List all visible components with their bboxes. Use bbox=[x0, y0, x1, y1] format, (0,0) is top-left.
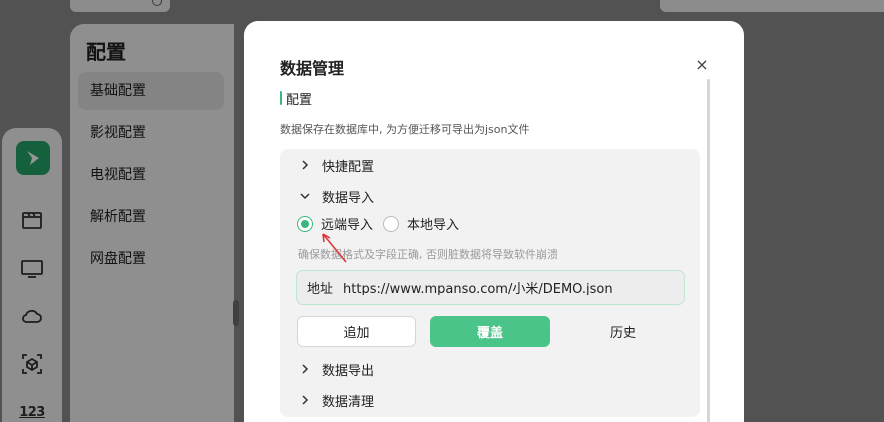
chevron-right-icon bbox=[298, 158, 312, 172]
section-label: 配置 bbox=[286, 93, 313, 108]
section-marker bbox=[280, 91, 282, 105]
history-button[interactable]: 历史 bbox=[563, 316, 683, 347]
dialog-scrollbar[interactable] bbox=[707, 79, 710, 422]
close-button[interactable]: × bbox=[692, 55, 712, 75]
url-field[interactable]: 地址 bbox=[296, 270, 685, 305]
collapse-quick-config[interactable]: 快捷配置 bbox=[298, 155, 374, 175]
dialog-title: 数据管理 bbox=[280, 59, 345, 78]
radio-remote-label[interactable]: 远端导入 bbox=[321, 214, 373, 233]
import-source-radio-group: 远端导入 本地导入 bbox=[297, 214, 469, 233]
append-button[interactable]: 追加 bbox=[297, 316, 416, 347]
chevron-right-icon bbox=[298, 393, 312, 407]
url-prefix-label: 地址 bbox=[307, 282, 334, 297]
radio-remote-import[interactable] bbox=[297, 215, 313, 232]
radio-local-label[interactable]: 本地导入 bbox=[407, 214, 459, 233]
collapse-label: 快捷配置 bbox=[322, 159, 375, 175]
url-input[interactable] bbox=[343, 280, 664, 295]
collapse-data-clear[interactable]: 数据清理 bbox=[298, 390, 374, 410]
data-management-dialog: 数据管理 × 配置 数据保存在数据库中, 为方便迁移可导出为json文件 快捷配… bbox=[244, 21, 744, 422]
collapse-label: 数据导出 bbox=[322, 363, 375, 379]
collapse-label: 数据导入 bbox=[322, 190, 375, 206]
import-hint: 确保数据格式及字段正确, 否则脏数据将导致软件崩溃 bbox=[298, 248, 558, 261]
collapse-data-export[interactable]: 数据导出 bbox=[298, 359, 374, 379]
collapse-data-import[interactable]: 数据导入 bbox=[298, 186, 374, 206]
chevron-right-icon bbox=[298, 362, 312, 376]
collapse-label: 数据清理 bbox=[322, 394, 375, 410]
radio-local-import[interactable] bbox=[383, 215, 400, 232]
section-description: 数据保存在数据库中, 为方便迁移可导出为json文件 bbox=[280, 123, 530, 136]
override-button[interactable]: 覆盖 bbox=[430, 316, 550, 347]
chevron-down-icon bbox=[298, 189, 312, 203]
collapse-panel: 快捷配置 数据导入 远端导入 本地导入 确保数据格式及字段正确, 否则脏数据将导… bbox=[280, 149, 700, 417]
